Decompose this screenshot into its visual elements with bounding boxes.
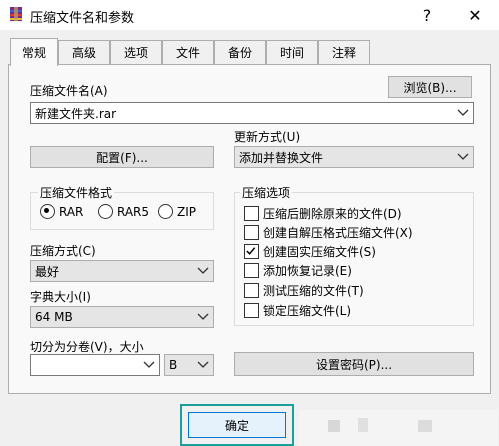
tab-advanced[interactable]: 高级 [58,40,110,64]
checkbox[interactable] [244,244,259,259]
help-button[interactable]: ? [408,0,446,30]
split-unit-value: B [169,358,178,372]
split-label: 切分为分卷(V)，大小 [30,340,144,354]
tab-general[interactable]: 常规 [10,38,58,66]
tab-options[interactable]: 选项 [110,40,162,64]
archive-name-label: 压缩文件名(A) [30,84,108,98]
blurred-block [358,418,368,432]
checkbox[interactable] [244,263,259,278]
dict-value: 64 MB [35,310,73,324]
close-button[interactable]: ✕ [456,0,494,30]
tab-files[interactable]: 文件 [162,40,214,64]
tab-label: 常规 [21,46,46,60]
chevron-down-icon [197,361,209,368]
ok-button[interactable]: 确定 [188,412,286,438]
tab-label: 注释 [331,46,356,60]
update-mode-select[interactable]: 添加并替换文件 [234,146,474,168]
format-rar5-radio[interactable]: RAR5 [98,204,149,219]
checkbox[interactable] [244,303,259,318]
method-label: 压缩方式(C) [30,244,96,258]
browse-button[interactable]: 浏览(B)... [388,76,472,98]
option-test-files[interactable]: 测试压缩的文件(T) [244,282,364,299]
option-label: 测试压缩的文件(T) [263,284,364,298]
option-label: 锁定压缩文件(L) [263,304,352,318]
close-icon: ✕ [468,5,482,25]
tab-label: 时间 [279,46,304,60]
radio-button[interactable] [158,204,173,219]
help-icon: ? [422,5,432,25]
chevron-down-icon [457,153,469,160]
option-label: 创建固实压缩文件(S) [263,245,376,259]
options-group-label: 压缩选项 [240,184,293,201]
chevron-down-icon[interactable] [457,109,469,117]
title-bar: 压缩文件名和参数 ? ✕ [0,0,499,30]
chevron-down-icon[interactable] [143,361,155,369]
window-title: 压缩文件名和参数 [30,11,135,26]
archive-name-value: 新建文件夹.rar [35,106,117,121]
option-label: 添加恢复记录(E) [263,264,352,278]
split-unit-select[interactable]: B [164,354,214,376]
dict-select[interactable]: 64 MB [30,306,214,328]
blurred-buttons-area [298,410,498,446]
tab-label: 高级 [71,46,96,60]
format-zip-radio[interactable]: ZIP [158,204,196,219]
option-recovery-record[interactable]: 添加恢复记录(E) [244,262,352,279]
tab-backup[interactable]: 备份 [214,40,266,64]
dict-label: 字典大小(I) [30,290,91,304]
option-create-solid[interactable]: 创建固实压缩文件(S) [244,243,376,260]
update-mode-label: 更新方式(U) [234,130,301,144]
checkbox[interactable] [244,206,259,221]
option-delete-after[interactable]: 压缩后删除原来的文件(D) [244,205,402,222]
set-password-button[interactable]: 设置密码(P)... [234,352,474,376]
split-size-combobox[interactable] [30,354,160,376]
checkbox[interactable] [244,283,259,298]
format-label: RAR5 [117,204,150,219]
radio-button[interactable] [40,204,55,219]
winrar-app-icon [10,7,22,21]
blurred-block [418,420,432,432]
radio-button[interactable] [98,204,113,219]
profiles-button[interactable]: 配置(F)... [30,146,214,168]
tab-label: 备份 [227,46,252,60]
format-label: ZIP [177,204,196,219]
update-mode-value: 添加并替换文件 [239,150,324,165]
format-group-label: 压缩文件格式 [38,184,115,201]
option-label: 压缩后删除原来的文件(D) [263,207,402,221]
tab-time[interactable]: 时间 [266,40,318,64]
tab-comment[interactable]: 注释 [318,40,370,64]
option-lock-archive[interactable]: 锁定压缩文件(L) [244,302,351,319]
option-label: 创建自解压格式压缩文件(X) [263,226,413,240]
chevron-down-icon [197,267,209,274]
method-select[interactable]: 最好 [30,260,214,282]
chevron-down-icon [197,313,209,320]
tab-label: 选项 [123,46,148,60]
method-value: 最好 [35,264,60,279]
blurred-block [328,420,340,432]
checkbox[interactable] [244,225,259,240]
option-create-sfx[interactable]: 创建自解压格式压缩文件(X) [244,224,413,241]
tab-label: 文件 [175,46,200,60]
check-icon [246,247,256,255]
format-label: RAR [59,204,84,219]
format-rar-radio[interactable]: RAR [40,204,83,219]
archive-name-combobox[interactable]: 新建文件夹.rar [30,102,474,124]
